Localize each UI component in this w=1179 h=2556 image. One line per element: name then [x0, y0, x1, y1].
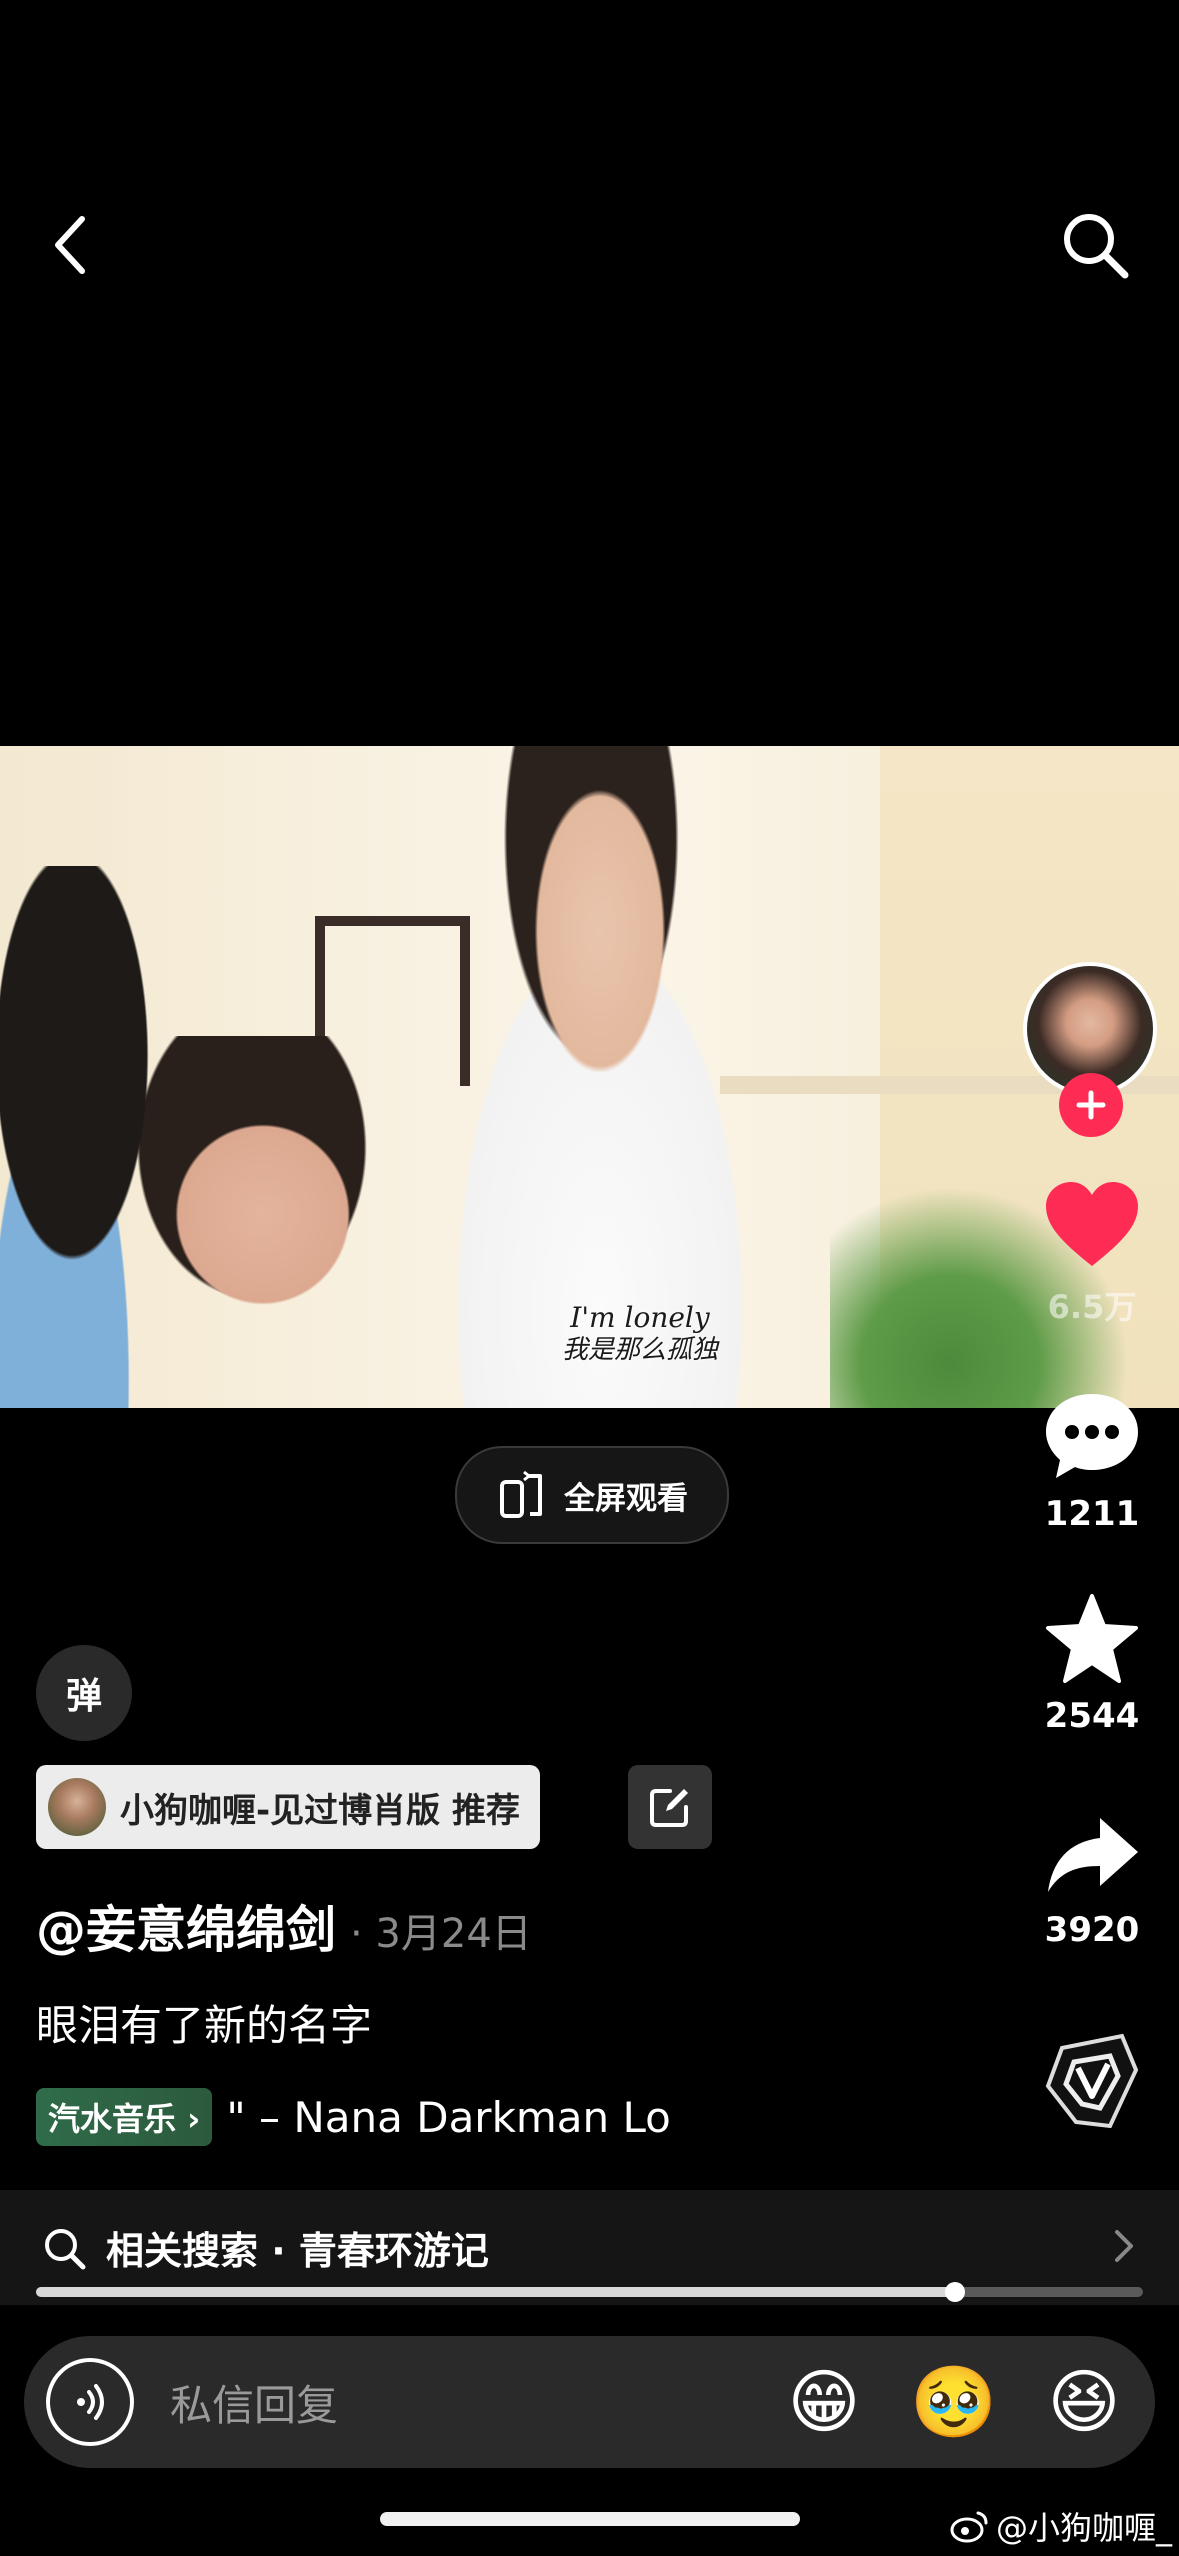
- music-marquee: " – Nana Darkman Lo: [226, 2092, 671, 2142]
- emoji-grin[interactable]: 😁: [780, 2358, 868, 2446]
- related-search-label: 相关搜索 · 青春环游记: [106, 2229, 489, 2273]
- weibo-watermark: @小狗咖喱_: [950, 2503, 1172, 2549]
- star-icon: [1046, 1594, 1138, 1683]
- emoji-laugh[interactable]: 😆: [1040, 2358, 1128, 2446]
- back-button[interactable]: [48, 205, 98, 285]
- favorite-button[interactable]: 2544: [1030, 1592, 1154, 1736]
- music-disc[interactable]: [1040, 2030, 1144, 2134]
- chevron-left-icon: [55, 216, 85, 274]
- video-description[interactable]: 眼泪有了新的名字: [36, 1992, 372, 2053]
- plus-icon: [1076, 1090, 1106, 1120]
- edit-icon: [650, 1789, 688, 1827]
- music-row[interactable]: 汽水音乐 › " – Nana Darkman Lo: [36, 2088, 726, 2146]
- share-button[interactable]: 3920: [1030, 1812, 1154, 1950]
- heart-icon: [1046, 1182, 1138, 1266]
- voice-input-button[interactable]: [46, 2358, 134, 2446]
- collection-label: 小狗咖喱-见过博肖版 推荐: [120, 1790, 520, 1831]
- edit-collection-button[interactable]: [628, 1765, 712, 1849]
- chevron-right-icon: [1115, 2230, 1133, 2262]
- music-disc-logo-icon: [1045, 2033, 1139, 2129]
- collection-chip[interactable]: 小狗咖喱-见过博肖版 推荐: [36, 1765, 540, 1849]
- author-handle[interactable]: @妾意绵绵剑: [36, 1901, 336, 1959]
- like-count: 6.5万: [1047, 1288, 1137, 1326]
- share-count: 3920: [1044, 1910, 1140, 1950]
- fullscreen-label: 全屏观看: [564, 1480, 688, 1517]
- comment-icon: [1046, 1394, 1138, 1478]
- video-progress-bar[interactable]: [36, 2282, 1143, 2302]
- weibo-logo-icon: [950, 2511, 988, 2543]
- music-source-tag[interactable]: 汽水音乐 ›: [36, 2088, 213, 2146]
- rotate-screen-icon: [500, 1470, 542, 1518]
- progress-knob[interactable]: [944, 2282, 965, 2302]
- author-line: @妾意绵绵剑 · 3月24日: [36, 1890, 532, 1962]
- subtitle-chinese: 我是那么孤独: [561, 1335, 718, 1365]
- comment-button[interactable]: 1211: [1030, 1390, 1154, 1534]
- video-person-foreground: [0, 866, 180, 1408]
- share-arrow-icon: [1048, 1818, 1138, 1892]
- emoji-moved[interactable]: 🥹: [910, 2358, 998, 2446]
- favorite-count: 2544: [1044, 1696, 1140, 1736]
- reply-input[interactable]: 私信回复: [170, 2372, 338, 2433]
- like-button[interactable]: 6.5万: [1030, 1180, 1154, 1328]
- video-player[interactable]: I'm lonely 我是那么孤独: [0, 746, 1179, 1408]
- danmaku-label: 弹: [65, 1676, 102, 1717]
- search-button[interactable]: [1055, 205, 1135, 285]
- fullscreen-button[interactable]: 全屏观看: [455, 1446, 729, 1544]
- danmaku-toggle[interactable]: 弹: [36, 1645, 132, 1741]
- home-indicator[interactable]: [380, 2512, 800, 2526]
- subtitle-english: I'm lonely: [570, 1301, 710, 1334]
- voice-wave-icon: [77, 2384, 104, 2420]
- video-subtitle: I'm lonely 我是那么孤独: [540, 1302, 740, 1366]
- post-date: · 3月24日: [350, 1911, 532, 1957]
- collection-thumbnail: [48, 1778, 106, 1836]
- search-icon: [45, 2228, 86, 2269]
- progress-fill: [36, 2287, 955, 2297]
- watermark-text: @小狗咖喱_: [996, 2509, 1173, 2547]
- follow-button[interactable]: [1059, 1073, 1123, 1137]
- comment-count: 1211: [1044, 1494, 1140, 1534]
- search-icon: [1064, 214, 1129, 279]
